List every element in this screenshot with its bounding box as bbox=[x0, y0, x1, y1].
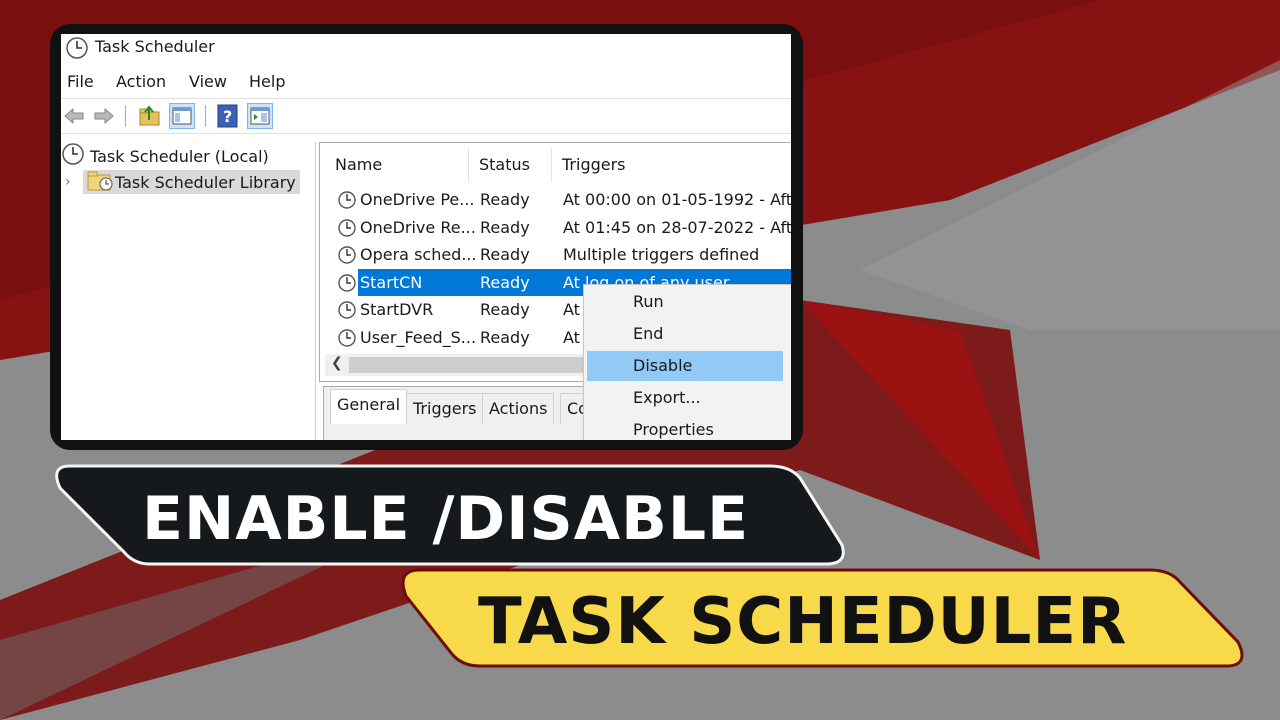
context-menu-run[interactable]: Run bbox=[587, 287, 783, 317]
tree-item-label: Task Scheduler (Local) bbox=[90, 146, 269, 166]
tree-item-task-scheduler-local[interactable]: Task Scheduler (Local) bbox=[61, 142, 269, 170]
help-icon[interactable]: ? bbox=[215, 103, 241, 129]
tab-actions[interactable]: Actions bbox=[482, 393, 555, 424]
task-name: OneDrive Re... bbox=[360, 217, 476, 237]
show-hide-tree-icon[interactable] bbox=[169, 103, 195, 129]
task-trigger: At bbox=[563, 327, 580, 347]
tree-item-task-scheduler-library[interactable]: › Task Scheduler Library bbox=[65, 170, 300, 194]
task-trigger: At 01:45 on 28-07-2022 - After bbox=[563, 217, 791, 237]
tab-general[interactable]: General bbox=[330, 389, 408, 424]
banner-line-1: ENABLE /DISABLE bbox=[142, 484, 750, 554]
navigation-tree: Task Scheduler (Local) › Task Scheduler … bbox=[61, 142, 316, 440]
task-trigger: At bbox=[563, 300, 580, 319]
scroll-left-icon[interactable]: ❮ bbox=[331, 355, 343, 371]
clock-icon bbox=[61, 142, 87, 170]
toolbar: ? bbox=[61, 98, 791, 134]
window-title: Task Scheduler bbox=[95, 37, 215, 56]
task-status: Ready bbox=[480, 217, 530, 237]
clock-icon bbox=[337, 218, 357, 242]
clock-icon bbox=[337, 245, 357, 269]
clock-icon bbox=[337, 300, 357, 324]
task-status: Ready bbox=[480, 245, 530, 264]
task-list-header: Name Status Triggers bbox=[325, 148, 791, 182]
up-folder-icon[interactable] bbox=[137, 103, 163, 129]
banner-line-2: TASK SCHEDULER bbox=[478, 585, 1128, 659]
context-menu-end[interactable]: End bbox=[587, 319, 783, 349]
scrollbar-thumb[interactable] bbox=[349, 357, 589, 373]
clock-icon bbox=[337, 190, 357, 214]
menu-action[interactable]: Action bbox=[116, 72, 166, 91]
table-row[interactable]: OneDrive Re... Ready At 01:45 on 28-07-202… bbox=[325, 214, 791, 241]
menu-view[interactable]: View bbox=[189, 72, 227, 91]
column-header-name[interactable]: Name bbox=[325, 148, 469, 182]
show-action-pane-icon[interactable] bbox=[247, 103, 273, 129]
tree-item-label: Task Scheduler Library bbox=[115, 172, 296, 192]
chevron-right-icon[interactable]: › bbox=[65, 174, 83, 190]
table-row[interactable]: Opera sched... Ready Multiple triggers def… bbox=[325, 241, 791, 268]
title-bar: Task Scheduler bbox=[61, 34, 791, 64]
column-header-triggers[interactable]: Triggers bbox=[552, 148, 791, 182]
clock-icon bbox=[65, 36, 89, 64]
tab-triggers[interactable]: Triggers bbox=[406, 393, 484, 424]
menu-bar: File Action View Help bbox=[61, 70, 791, 94]
clock-icon bbox=[337, 328, 357, 352]
task-status: Ready bbox=[480, 300, 530, 319]
task-name: StartDVR bbox=[360, 300, 434, 319]
task-name: OneDrive Pe... bbox=[360, 190, 475, 209]
task-name: StartCN bbox=[360, 272, 423, 292]
task-scheduler-window: Task Scheduler File Action View Help ? T… bbox=[61, 34, 791, 440]
screenshot-frame: Task Scheduler File Action View Help ? T… bbox=[50, 24, 803, 450]
task-name: User_Feed_S... bbox=[360, 327, 477, 347]
menu-help[interactable]: Help bbox=[249, 72, 285, 91]
task-status: Ready bbox=[480, 190, 530, 209]
task-status: Ready bbox=[480, 272, 530, 292]
context-menu-properties[interactable]: Properties bbox=[587, 415, 783, 440]
clock-icon bbox=[337, 273, 357, 297]
menu-file[interactable]: File bbox=[67, 72, 94, 91]
column-header-status[interactable]: Status bbox=[469, 148, 552, 182]
task-name: Opera sched... bbox=[360, 245, 477, 264]
table-row[interactable]: OneDrive Pe... Ready At 00:00 on 01-05-199… bbox=[325, 186, 791, 213]
context-menu-export[interactable]: Export... bbox=[587, 383, 783, 413]
forward-arrow-icon[interactable] bbox=[91, 103, 117, 129]
folder-clock-icon bbox=[87, 169, 115, 195]
back-arrow-icon[interactable] bbox=[61, 103, 87, 129]
svg-text:?: ? bbox=[223, 107, 232, 126]
task-trigger: At 00:00 on 01-05-1992 - After bbox=[563, 190, 791, 209]
context-menu-disable[interactable]: Disable bbox=[587, 351, 783, 381]
task-status: Ready bbox=[480, 327, 530, 347]
task-trigger: Multiple triggers defined bbox=[563, 245, 760, 264]
context-menu: Run End Disable Export... Properties bbox=[583, 284, 791, 440]
